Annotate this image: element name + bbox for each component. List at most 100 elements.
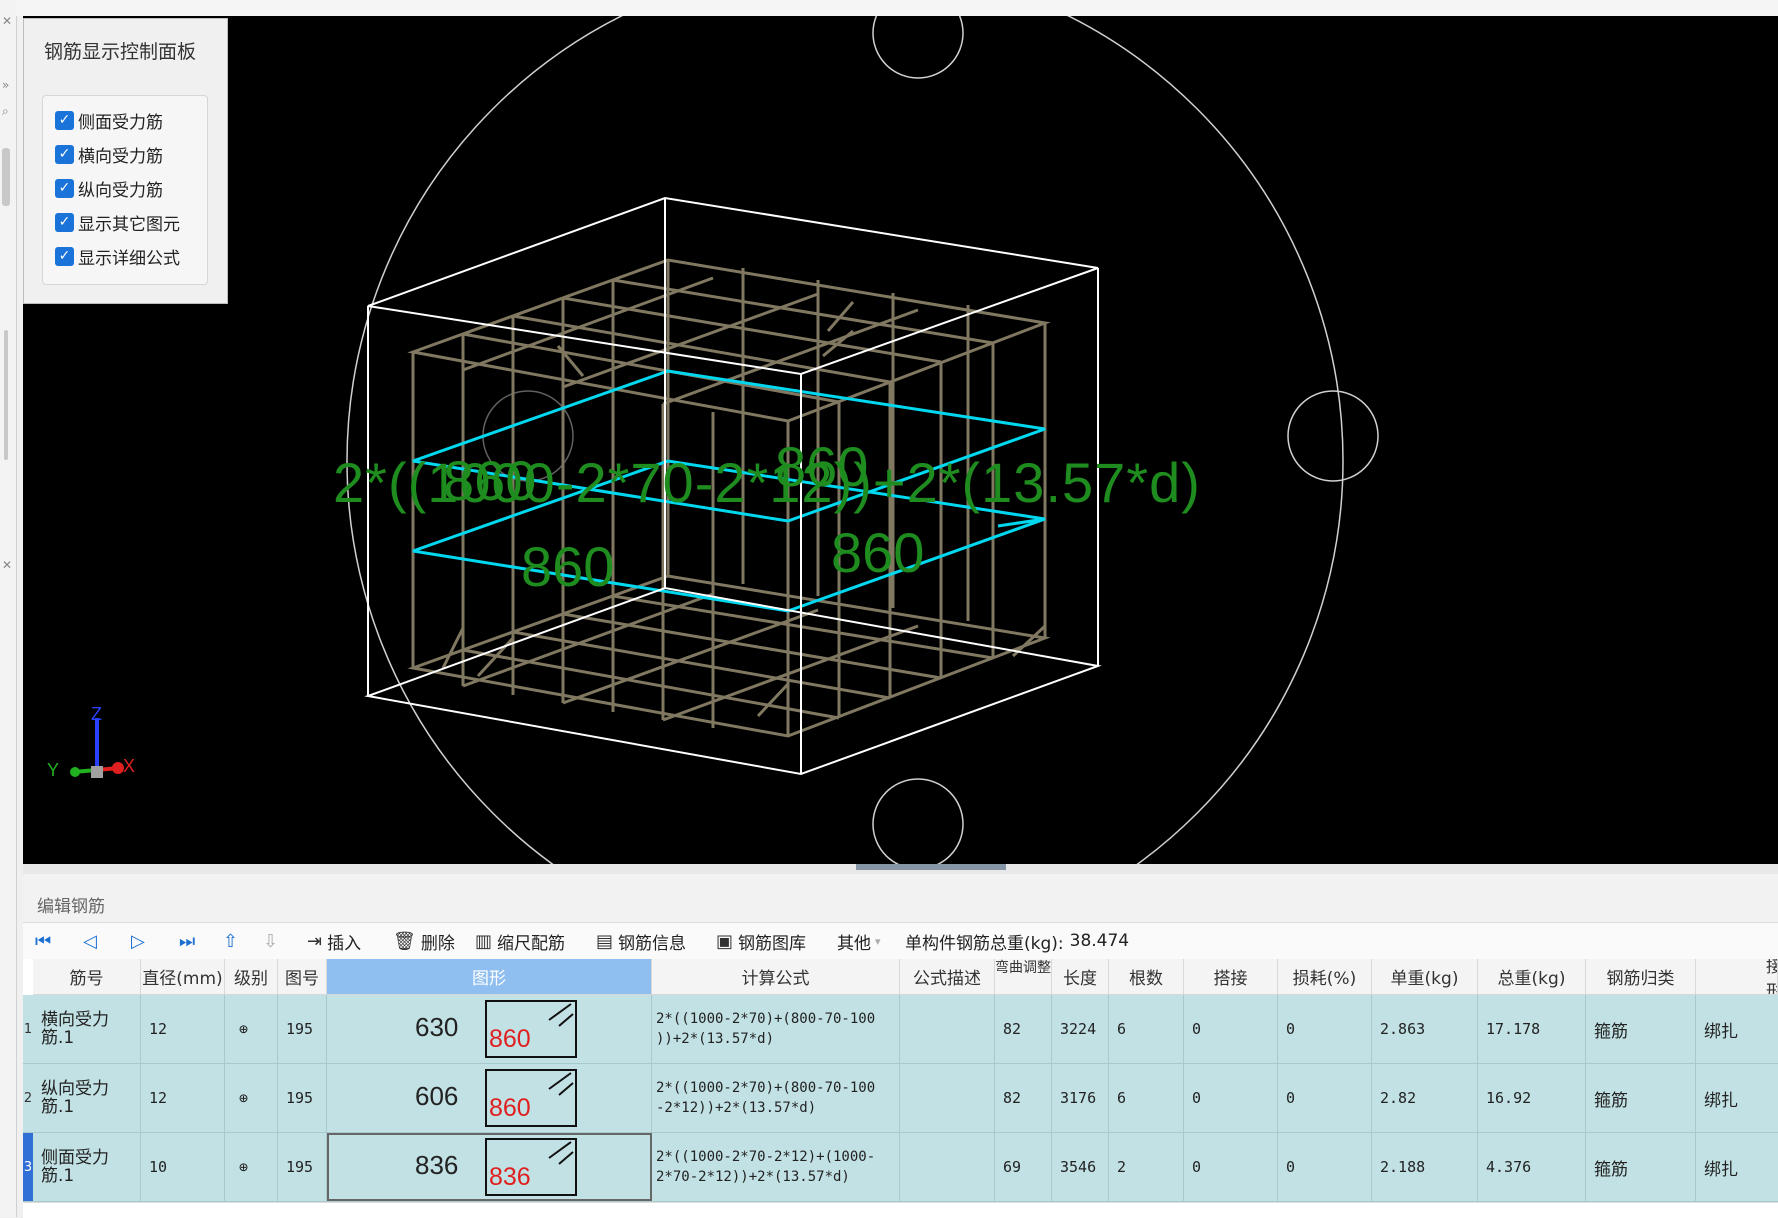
rebar-3d-viewport[interactable]: 2*((1000-2*70-2*12))+2*(13.57*d) 860 860…	[23, 16, 1778, 864]
unit-weight-cell[interactable]: 2.188	[1372, 1133, 1478, 1201]
delete-button[interactable]: 🗑 删除	[393, 929, 455, 954]
column-header[interactable]: 长度	[1052, 959, 1109, 995]
column-header[interactable]: 损耗(%)	[1278, 959, 1372, 995]
checkbox-checked-icon[interactable]: ✓	[55, 212, 74, 232]
diameter-cell[interactable]: 12	[141, 1064, 225, 1132]
lap-cell[interactable]: 0	[1184, 995, 1278, 1063]
column-header[interactable]: 直径(mm)	[141, 959, 225, 995]
expand-icon[interactable]: »	[2, 78, 9, 92]
bend-adjust-cell[interactable]: 69	[995, 1133, 1052, 1201]
category-cell[interactable]: 箍筋	[1586, 995, 1696, 1063]
grade-cell[interactable]: ⊕	[225, 1064, 278, 1132]
column-header[interactable]: 公式描述	[900, 959, 995, 995]
checkbox-checked-icon[interactable]: ✓	[55, 144, 74, 164]
figure-number-cell[interactable]: 195	[278, 1064, 327, 1132]
pile-circle	[1287, 390, 1379, 482]
checkbox-checked-icon[interactable]: ✓	[55, 246, 74, 266]
column-header[interactable]: 单重(kg)	[1372, 959, 1478, 995]
category-cell[interactable]: 箍筋	[1586, 1133, 1696, 1201]
total-weight-cell[interactable]: 4.376	[1478, 1133, 1586, 1201]
column-header[interactable]: 搭接	[1184, 959, 1278, 995]
loss-cell[interactable]: 0	[1278, 1133, 1372, 1201]
lap-type-cell[interactable]: 绑扎	[1696, 995, 1778, 1063]
close-icon[interactable]: ✕	[2, 558, 12, 572]
total-weight-cell[interactable]: 16.92	[1478, 1064, 1586, 1132]
column-header[interactable]: 总重(kg)	[1478, 959, 1586, 995]
rebar-library-button[interactable]: ▣ 钢筋图库	[716, 929, 806, 954]
total-weight-cell[interactable]: 17.178	[1478, 995, 1586, 1063]
close-icon[interactable]: ✕	[2, 14, 12, 28]
axis-triad	[70, 718, 124, 778]
count-cell[interactable]: 2	[1109, 1133, 1184, 1201]
scrollbar-thumb[interactable]	[4, 330, 8, 460]
loss-cell[interactable]: 0	[1278, 995, 1372, 1063]
checkbox-checked-icon[interactable]: ✓	[55, 178, 74, 198]
first-record-button[interactable]: ⏮	[35, 929, 56, 953]
formula-cell[interactable]: 2*((1000-2*70-2*12)+(1000- 2*70-2*12))+2…	[652, 1133, 900, 1201]
formula-desc-cell[interactable]	[900, 995, 995, 1063]
option-show-other-elements[interactable]: ✓ 显示其它图元	[55, 210, 180, 235]
formula-desc-cell[interactable]	[900, 1064, 995, 1132]
rebar-info-button[interactable]: ▤ 钢筋信息	[596, 929, 686, 954]
unit-weight-cell[interactable]: 2.863	[1372, 995, 1478, 1063]
table-row[interactable]: 3 侧面受力筋.1 10 ⊕ 195 836 836 2*((1000-2*70…	[23, 1133, 1778, 1202]
rebar-name-cell[interactable]: 纵向受力筋.1	[33, 1064, 141, 1132]
grade-cell[interactable]: ⊕	[225, 1133, 278, 1201]
option-side-rebar[interactable]: ✓ 侧面受力筋	[55, 108, 163, 133]
option-transverse-rebar[interactable]: ✓ 横向受力筋	[55, 142, 163, 167]
next-record-button[interactable]: ▷	[131, 929, 150, 953]
column-header[interactable]: 计算公式	[652, 959, 900, 995]
lap-type-cell[interactable]: 绑扎	[1696, 1133, 1778, 1201]
insert-button[interactable]: ⇥ 插入	[307, 929, 361, 954]
table-row[interactable]: 1 横向受力筋.1 12 ⊕ 195 630 860 2*((1000-2*70…	[23, 995, 1778, 1064]
rebar-name-cell[interactable]: 横向受力筋.1	[33, 995, 141, 1063]
column-header[interactable]: 钢筋归类	[1586, 959, 1696, 995]
column-header[interactable]: 级别	[225, 959, 278, 995]
last-record-button[interactable]: ⏭	[179, 929, 200, 953]
formula-cell[interactable]: 2*((1000-2*70)+(800-70-100 ))+2*(13.57*d…	[652, 995, 900, 1063]
shape-cell[interactable]: 606 860	[327, 1064, 652, 1132]
move-down-button[interactable]: ⇩	[263, 929, 283, 953]
option-show-detailed-formula[interactable]: ✓ 显示详细公式	[55, 244, 180, 269]
formula-desc-cell[interactable]	[900, 1133, 995, 1201]
column-header[interactable]: 根数	[1109, 959, 1184, 995]
other-dropdown[interactable]: 其他 ▾	[837, 929, 886, 954]
figure-number-cell[interactable]: 195	[278, 1133, 327, 1201]
lap-cell[interactable]: 0	[1184, 1133, 1278, 1201]
splitter-grip[interactable]	[856, 864, 1006, 870]
move-up-button[interactable]: ⇧	[223, 929, 243, 953]
column-header[interactable]: 筋号	[33, 959, 141, 995]
bend-adjust-cell[interactable]: 82	[995, 995, 1052, 1063]
diameter-cell[interactable]: 12	[141, 995, 225, 1063]
rebar-name-cell[interactable]: 侧面受力筋.1	[33, 1133, 141, 1201]
lap-cell[interactable]: 0	[1184, 1064, 1278, 1132]
search-icon[interactable]: ⌕	[2, 104, 9, 119]
prev-record-button[interactable]: ◁	[83, 929, 102, 953]
option-longitudinal-rebar[interactable]: ✓ 纵向受力筋	[55, 176, 163, 201]
column-header[interactable]: 弯曲调整	[995, 959, 1052, 995]
table-row[interactable]: 2 纵向受力筋.1 12 ⊕ 195 606 860 2*((1000-2*70…	[23, 1064, 1778, 1133]
category-cell[interactable]: 箍筋	[1586, 1064, 1696, 1132]
length-cell[interactable]: 3224	[1052, 995, 1109, 1063]
diameter-cell[interactable]: 10	[141, 1133, 225, 1201]
unit-weight-cell[interactable]: 2.82	[1372, 1064, 1478, 1132]
panel-splitter[interactable]	[23, 864, 1778, 874]
grade-cell[interactable]: ⊕	[225, 995, 278, 1063]
scrollbar-thumb[interactable]	[2, 148, 10, 206]
formula-cell[interactable]: 2*((1000-2*70)+(800-70-100 -2*12))+2*(13…	[652, 1064, 900, 1132]
column-header[interactable]: 图号	[278, 959, 327, 995]
figure-number-cell[interactable]: 195	[278, 995, 327, 1063]
checkbox-checked-icon[interactable]: ✓	[55, 110, 74, 130]
length-cell[interactable]: 3176	[1052, 1064, 1109, 1132]
count-cell[interactable]: 6	[1109, 1064, 1184, 1132]
column-header[interactable]: 搭接形式	[1696, 959, 1778, 995]
shape-cell[interactable]: 630 860	[327, 995, 652, 1063]
loss-cell[interactable]: 0	[1278, 1064, 1372, 1132]
count-cell[interactable]: 6	[1109, 995, 1184, 1063]
length-cell[interactable]: 3546	[1052, 1133, 1109, 1201]
lap-type-cell[interactable]: 绑扎	[1696, 1064, 1778, 1132]
column-header[interactable]: 图形	[327, 959, 652, 995]
shape-cell[interactable]: 836 836	[327, 1133, 652, 1201]
scale-rebar-button[interactable]: ▥ 缩尺配筋	[475, 929, 565, 954]
bend-adjust-cell[interactable]: 82	[995, 1064, 1052, 1132]
